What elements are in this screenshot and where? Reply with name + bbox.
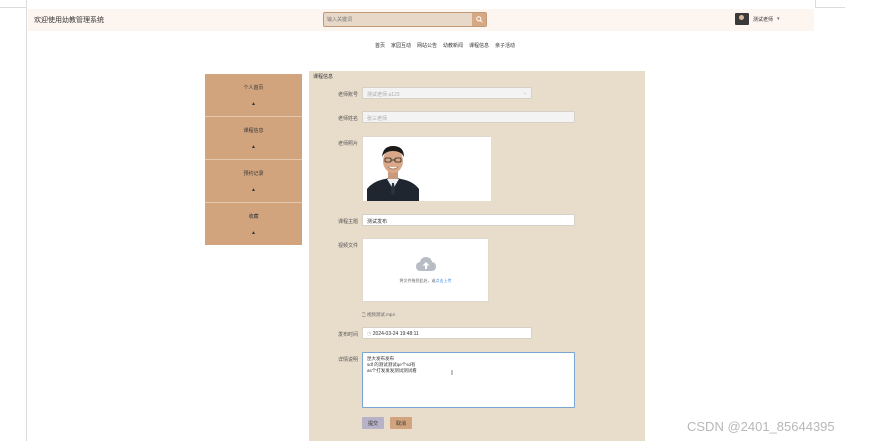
triangle-icon: ▲ [251,143,256,150]
uploaded-file[interactable]: 🗋 视频测试.mp4 [362,311,395,319]
nav-item-course[interactable]: 课程信息 [469,42,489,49]
search-icon [475,16,483,23]
nav-item-interaction[interactable]: 家园互动 [391,42,411,49]
triangle-icon: ▲ [251,100,256,107]
upload-hint: 将文件拖到此处，或点击上传 [400,278,452,284]
submit-button[interactable]: 提交 [362,417,384,429]
nav-item-news[interactable]: 幼教新闻 [443,42,463,49]
site-title: 欢迎使用幼教管理系统 [34,17,104,24]
frame-line [26,0,27,441]
teacher-name-label: 老师姓名 [337,116,358,122]
course-theme-label: 课程主题 [337,219,358,225]
publish-time-label: 发布时间 [337,332,358,338]
teacher-photo[interactable] [362,136,491,201]
sidebar-item-label: 收藏 [248,214,259,220]
file-icon: 🗋 [362,312,366,317]
search-input[interactable] [327,15,465,25]
video-upload-dropzone[interactable]: 将文件拖到此处，或点击上传 [362,238,489,302]
sidebar-item-profile[interactable]: 个人首页 ▲ [205,74,302,117]
teacher-id-label: 老师账号 [337,92,358,98]
course-theme-value: 测试发布 [367,219,388,225]
search-button[interactable] [472,13,486,26]
detail-label: 详情说明 [337,357,358,363]
teacher-id-select[interactable]: 测试老师 a123 ⌄ [362,87,532,99]
cancel-button[interactable]: 取消 [390,417,412,429]
teacher-photo-label: 老师照片 [337,141,358,147]
nav-item-notice[interactable]: 网站公告 [417,42,437,49]
sidebar-item-label: 预约记录 [243,170,264,177]
detail-textarea[interactable]: 昆大发布发布 sdf 的测试测试qe个sd有 as个打发发发测试测试看 [362,352,575,408]
sidebar-item-course[interactable]: 课程信息 ▲ [205,117,302,160]
nav-item-home[interactable]: 首页 [375,42,385,49]
course-theme-field[interactable]: 测试发布 [362,214,575,226]
teacher-id-value: 测试老师 a123 [367,92,400,98]
teacher-name-value: 张三老师 [367,116,388,122]
triangle-icon: ▲ [251,230,256,236]
sidebar-item-booking[interactable]: 预约记录 ▲ [205,160,302,203]
frame-line [0,7,26,8]
user-name: 测试老师 [753,16,774,23]
top-bar: 欢迎使用幼教管理系统 测试老师 ▾ [28,9,814,31]
teacher-photo-image [363,137,491,201]
chevron-down-icon: ▾ [777,16,780,22]
user-menu[interactable]: 测试老师 ▾ [735,12,780,26]
avatar [735,13,749,25]
cloud-upload-icon [415,257,436,271]
video-label: 视频文件 [337,243,358,249]
sidebar: 个人首页 ▲ 课程信息 ▲ 预约记录 ▲ 收藏 ▲ [205,74,302,245]
triangle-icon: ▲ [251,186,256,193]
main-nav: 首页 家园互动 网站公告 幼教新闻 课程信息 亲子活动 [0,42,880,49]
course-form: 课程信息 老师账号 测试老师 a123 ⌄ 老师姓名 张三老师 老师照片 课程主… [309,71,645,441]
sidebar-item-favorites[interactable]: 收藏 ▲ [205,203,302,246]
text-cursor-icon: I [451,370,453,377]
uploaded-file-name: 视频测试.mp4 [366,312,395,317]
search-box [323,12,487,27]
teacher-name-field[interactable]: 张三老师 [362,111,575,123]
form-title: 课程信息 [313,74,334,80]
watermark: CSDN @2401_85644395 [687,419,835,434]
publish-time-picker[interactable]: ◷ 2024-03-24 19:48:11 [362,327,532,339]
sidebar-item-label: 个人首页 [243,84,264,91]
upload-link[interactable]: 点击上传 [436,278,452,283]
frame-line [815,7,845,8]
publish-time-value: 2024-03-24 19:48:11 [372,331,419,337]
upload-hint-text: 将文件拖到此处，或 [399,278,436,283]
nav-item-activity[interactable]: 亲子活动 [495,42,515,49]
chevron-down-icon: ⌄ [522,90,527,96]
sidebar-item-label: 课程信息 [243,127,264,134]
